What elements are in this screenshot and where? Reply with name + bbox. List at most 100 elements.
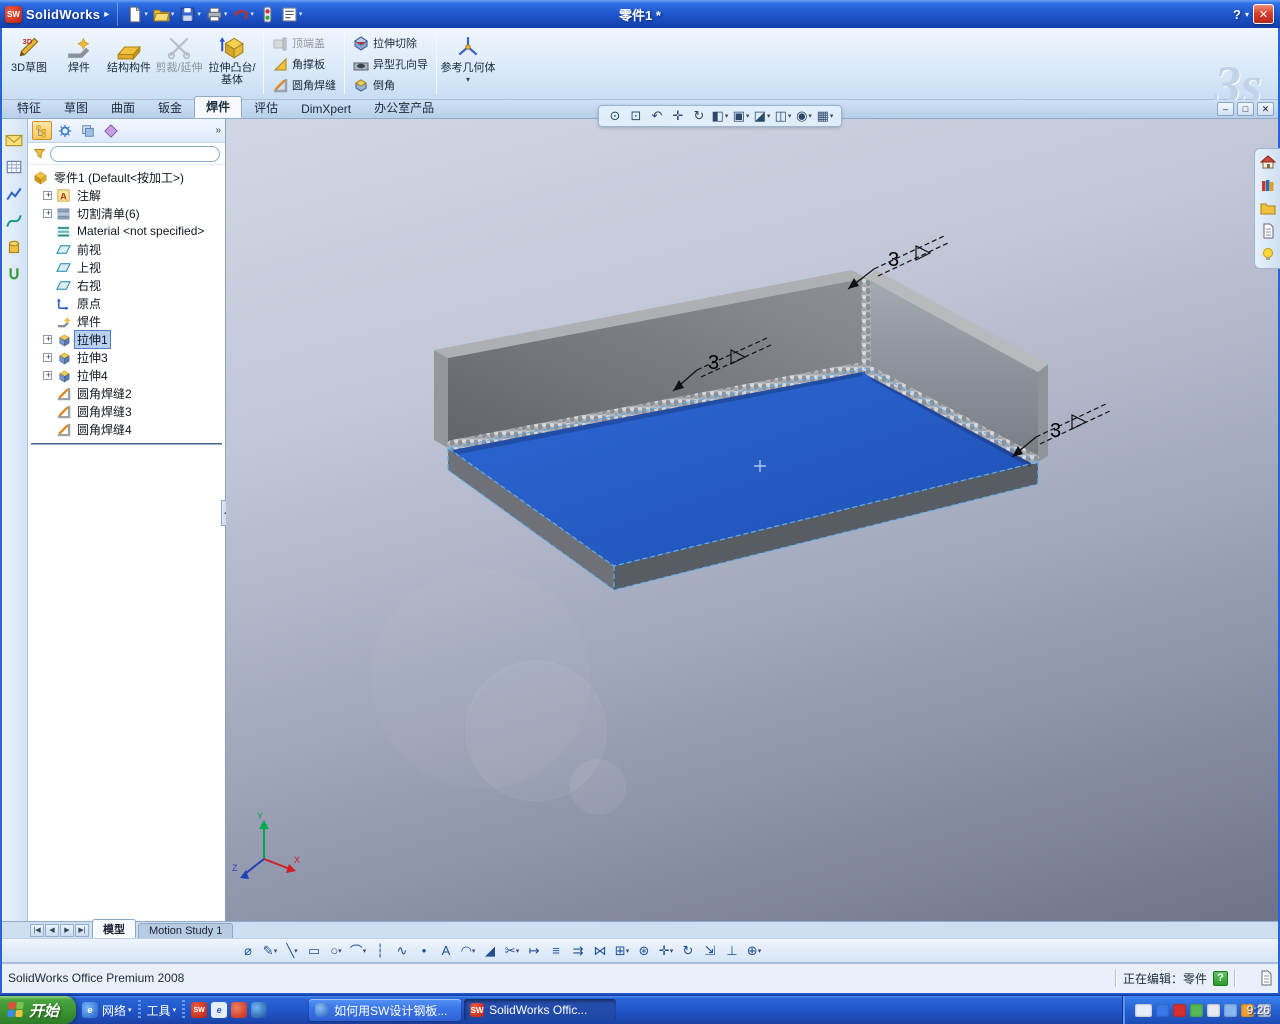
quick-tips-help-icon[interactable]: ? — [1213, 970, 1228, 986]
new-file-button[interactable]: ▾ — [124, 3, 150, 25]
expand-icon[interactable] — [43, 190, 53, 201]
apply-scene-icon[interactable]: ▦ — [815, 107, 835, 125]
taskbar-button-solidworks[interactable]: SW SolidWorks Offic... — [464, 999, 617, 1021]
previous-view-icon[interactable]: ↶ — [647, 107, 667, 125]
resources-home-icon[interactable] — [1260, 154, 1276, 170]
point-icon[interactable]: • — [414, 941, 434, 961]
tree-item-origin[interactable]: 原点 — [28, 294, 225, 312]
tree-item-fillet-bead2[interactable]: 圆角焊缝2 — [28, 384, 225, 402]
panel-chevron-icon[interactable]: » — [215, 125, 221, 136]
tray-icon-antivirus[interactable] — [1173, 1003, 1186, 1017]
expand-icon[interactable] — [43, 208, 53, 219]
tray-icon-network[interactable] — [1224, 1003, 1237, 1017]
sketch-fillet-icon[interactable]: ◠ — [458, 941, 478, 961]
extruded-boss-base-button[interactable]: 拉伸凸台/基体 — [204, 30, 260, 97]
tab-scroll-right-icon[interactable]: ▶ — [60, 924, 74, 937]
expand-icon[interactable] — [43, 352, 53, 363]
mirror-entities-icon[interactable]: ⋈ — [590, 941, 610, 961]
tab-scroll-first-icon[interactable]: |◀ — [30, 924, 44, 937]
status-corner-icon[interactable] — [1258, 970, 1274, 986]
fillet-bead-button[interactable]: 圆角焊缝 — [267, 75, 341, 95]
model-tab[interactable]: 模型 — [92, 919, 136, 938]
network-menu[interactable]: 网络 ▾ — [102, 1002, 132, 1019]
weldment-button[interactable]: 焊件 — [54, 30, 104, 97]
tree-item-extrude1[interactable]: 拉伸1 — [28, 329, 225, 349]
save-button[interactable]: ▾ — [177, 3, 203, 25]
tab-dimxpert[interactable]: DimXpert — [290, 101, 362, 118]
edit-appearance-icon[interactable]: ◉ — [794, 107, 814, 125]
tree-item-right-plane[interactable]: 右视 — [28, 276, 225, 294]
tree-item-cutlist[interactable]: 切割清单(6) — [28, 204, 225, 222]
tree-item-front-plane[interactable]: 前视 — [28, 240, 225, 258]
rollback-bar[interactable] — [31, 443, 222, 445]
sketch-icon[interactable]: ✎ — [260, 941, 280, 961]
smart-dimension-icon[interactable]: ⌀ — [238, 941, 258, 961]
help-dropdown-icon[interactable]: ▾ — [1245, 10, 1249, 19]
tab-surfaces[interactable]: 曲面 — [100, 98, 146, 118]
text-icon[interactable]: A — [436, 941, 456, 961]
mail-icon[interactable] — [5, 131, 23, 149]
print-button[interactable]: ▾ — [204, 3, 230, 25]
taskbar-button-browser[interactable]: 如何用SW设计钢板... — [309, 999, 462, 1021]
pm-resources-icon[interactable] — [1260, 246, 1276, 262]
document-recovery-icon[interactable] — [1260, 223, 1276, 239]
section-view-icon[interactable]: ◧ — [710, 107, 730, 125]
tree-item-weldment[interactable]: 焊件 — [28, 312, 225, 330]
expand-icon[interactable] — [43, 370, 53, 381]
reference-geometry-button[interactable]: 参考几何体 ▾ — [440, 30, 496, 97]
arc-icon[interactable]: ⌒ — [348, 941, 368, 961]
convert-entities-icon[interactable]: ⇉ — [568, 941, 588, 961]
tab-sketch[interactable]: 草图 — [53, 98, 99, 118]
zoom-fit-icon[interactable]: ⊙ — [605, 107, 625, 125]
tree-item-fillet-bead3[interactable]: 圆角焊缝3 — [28, 402, 225, 420]
tab-scroll-last-icon[interactable]: ▶| — [75, 924, 89, 937]
start-button[interactable]: 开始 — [0, 996, 77, 1024]
zoom-area-icon[interactable]: ⊡ — [626, 107, 646, 125]
close-window-button[interactable]: ✕ — [1253, 4, 1274, 24]
scale-entities-icon[interactable]: ⇲ — [700, 941, 720, 961]
move-entities-icon[interactable]: ✛ — [656, 941, 676, 961]
rebuild-button[interactable] — [257, 3, 278, 25]
undo-button[interactable]: ▾ — [230, 3, 256, 25]
tree-item-annotations[interactable]: 注解 — [28, 186, 225, 204]
internet-explorer-icon[interactable]: e — [82, 1002, 99, 1018]
rotate-entities-icon[interactable]: ↻ — [678, 941, 698, 961]
tab-evaluate[interactable]: 评估 — [243, 98, 289, 118]
display-style-icon[interactable]: ◪ — [752, 107, 772, 125]
end-cap-button[interactable]: 顶端盖 — [267, 33, 341, 53]
tree-item-fillet-bead4[interactable]: 圆角焊缝4 — [28, 420, 225, 438]
input-method-icon[interactable] — [1135, 1003, 1152, 1017]
dimxpertmanager-tab[interactable] — [101, 121, 121, 140]
solidworks-quicklaunch-icon[interactable]: SW — [191, 1002, 208, 1018]
media-player-icon[interactable] — [231, 1002, 248, 1018]
doc-minimize-button[interactable]: – — [1217, 102, 1234, 116]
feature-tool-icon[interactable] — [5, 239, 23, 257]
trim-extend-button[interactable]: 剪裁/延伸 — [154, 30, 204, 97]
pan-icon[interactable]: ✛ — [668, 107, 688, 125]
view-orientation-icon[interactable]: ▣ — [731, 107, 751, 125]
featuremanager-tab[interactable] — [32, 121, 52, 140]
linear-pattern-icon[interactable]: ⊞ — [612, 941, 632, 961]
extend-entities-icon[interactable]: ↦ — [524, 941, 544, 961]
motion-study-tab[interactable]: Motion Study 1 — [138, 923, 234, 938]
tree-item-extrude3[interactable]: 拉伸3 — [28, 348, 225, 366]
tab-weldments[interactable]: 焊件 — [194, 96, 243, 118]
display-relations-icon[interactable]: ⊥ — [722, 941, 742, 961]
rectangle-icon[interactable]: ▭ — [304, 941, 324, 961]
trim-entities-icon[interactable]: ✂ — [502, 941, 522, 961]
selection-filter-icon[interactable] — [5, 266, 23, 284]
hole-wizard-button[interactable]: 异型孔向导 — [348, 54, 433, 74]
curve-icon[interactable] — [5, 185, 23, 203]
expand-icon[interactable] — [43, 334, 53, 345]
options-button[interactable]: ▾ — [279, 3, 305, 25]
gusset-button[interactable]: 角撑板 — [267, 54, 341, 74]
tab-office-products[interactable]: 办公室产品 — [363, 98, 445, 118]
graphics-viewport[interactable]: 3 3 3 Y X Z — [226, 119, 1280, 921]
tree-item-material[interactable]: Material <not specified> — [28, 222, 225, 240]
design-library-icon[interactable] — [1260, 177, 1276, 193]
centerline-icon[interactable]: ┆ — [370, 941, 390, 961]
file-explorer-icon[interactable] — [1260, 200, 1276, 216]
tray-icon-im[interactable] — [1156, 1003, 1169, 1017]
circular-pattern-icon[interactable]: ⊛ — [634, 941, 654, 961]
circle-icon[interactable]: ○ — [326, 941, 346, 961]
